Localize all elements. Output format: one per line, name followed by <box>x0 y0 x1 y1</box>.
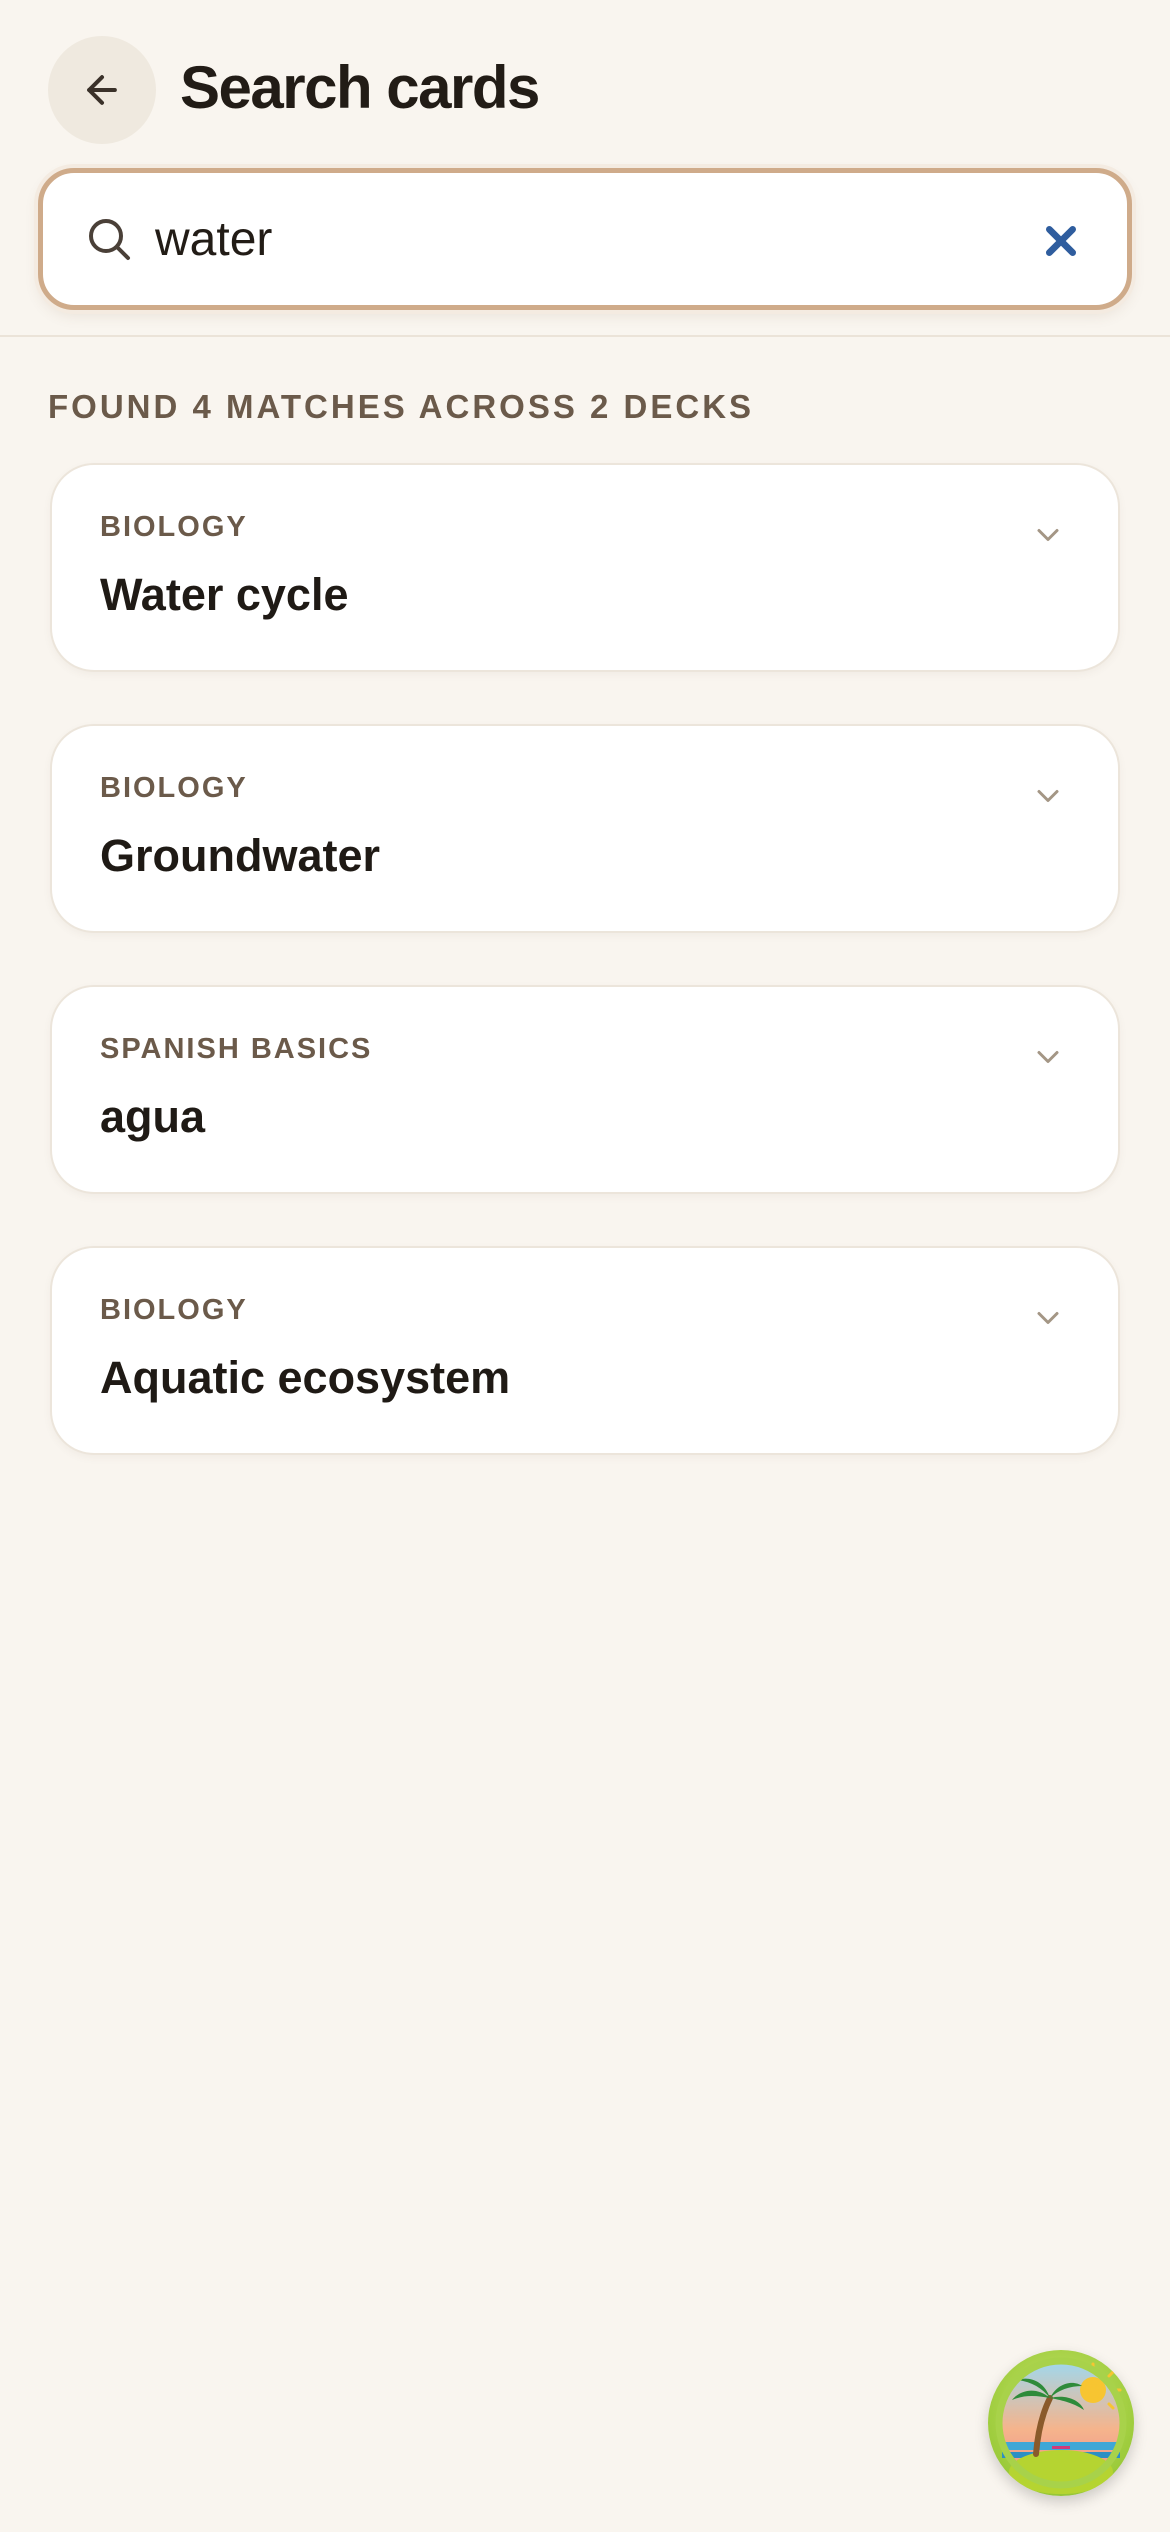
chevron-down-icon[interactable] <box>1030 517 1066 553</box>
result-card[interactable]: BIOLOGY Groundwater <box>50 724 1120 933</box>
deck-label: BIOLOGY <box>100 772 248 804</box>
deck-label: SPANISH BASICS <box>100 1033 373 1065</box>
result-card[interactable]: BIOLOGY Water cycle <box>50 463 1120 672</box>
profile-avatar-button[interactable] <box>988 2350 1134 2496</box>
deck-label: BIOLOGY <box>100 511 248 543</box>
results-summary: FOUND 4 MATCHES ACROSS 2 DECKS <box>48 388 755 425</box>
header: Search cards <box>0 0 1170 337</box>
chevron-down-icon[interactable] <box>1030 1300 1066 1336</box>
arrow-left-icon <box>87 75 117 105</box>
results-list: BIOLOGY Water cycle BIOLOGY Groundwater … <box>50 463 1120 1507</box>
card-term: agua <box>100 1091 206 1142</box>
chevron-down-icon[interactable] <box>1030 1039 1066 1075</box>
chevron-down-icon[interactable] <box>1030 778 1066 814</box>
result-card[interactable]: BIOLOGY Aquatic ecosystem <box>50 1246 1120 1455</box>
result-card[interactable]: SPANISH BASICS agua <box>50 985 1120 1194</box>
card-term: Groundwater <box>100 830 381 881</box>
back-button[interactable] <box>48 36 156 144</box>
tropical-island-avatar-icon <box>995 2357 1127 2494</box>
search-box[interactable] <box>38 168 1132 310</box>
close-icon <box>1046 226 1076 256</box>
clear-search-button[interactable] <box>1033 213 1089 269</box>
card-term: Water cycle <box>100 569 349 620</box>
search-icon <box>89 219 130 260</box>
search-input[interactable] <box>155 199 975 279</box>
card-term: Aquatic ecosystem <box>100 1352 511 1403</box>
search-cards-screen: Search cards FOUND 4 MATCHES ACROSS 2 DE… <box>0 0 1170 2532</box>
deck-label: BIOLOGY <box>100 1294 248 1326</box>
page-title: Search cards <box>180 54 540 121</box>
